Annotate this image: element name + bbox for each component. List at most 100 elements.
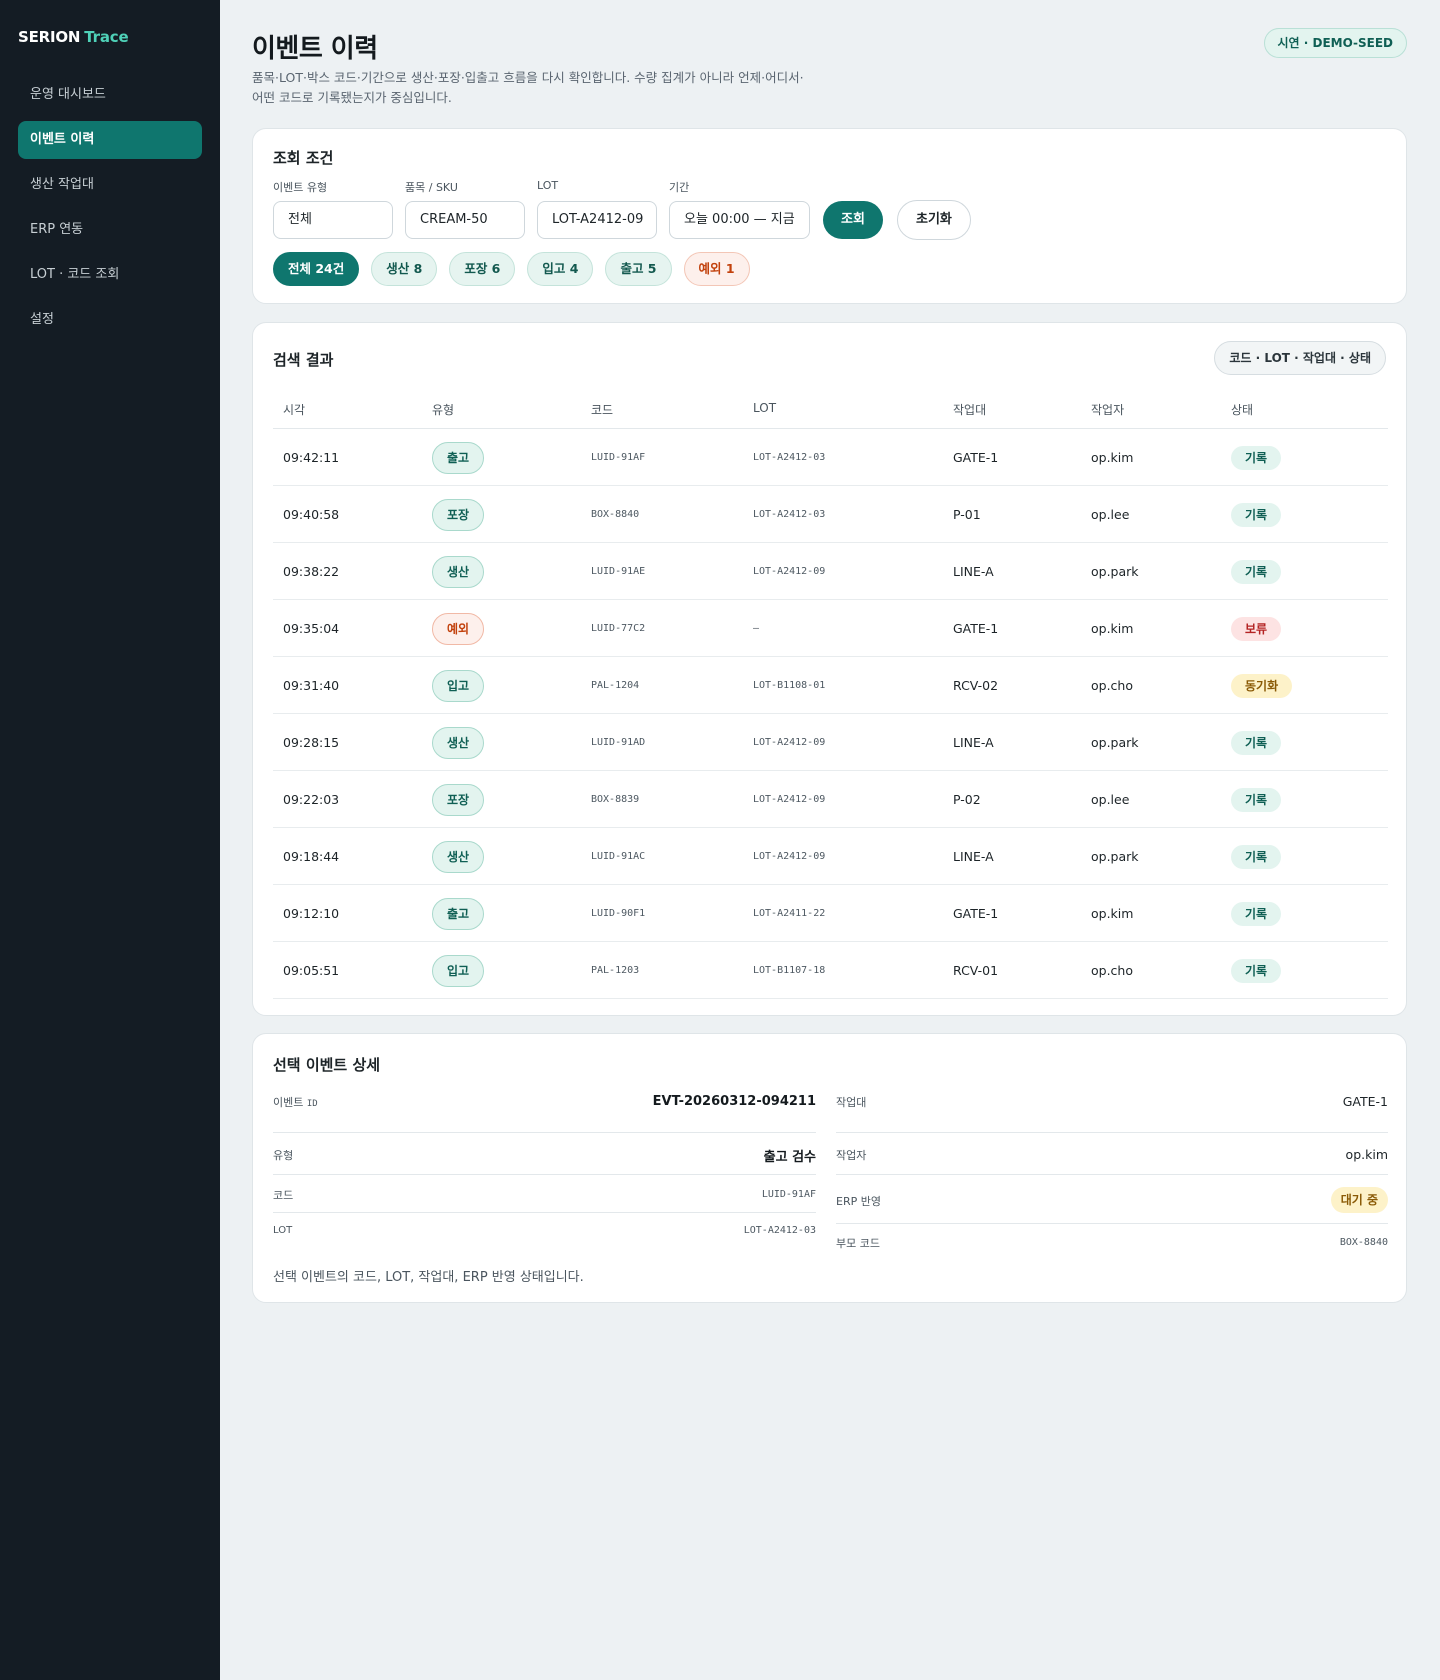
table-row[interactable]: 09:22:03 포장 BOX-8839 LOT-A2412-09 P-02 op.lee…: [273, 771, 1388, 828]
detail-row-operator: 작업자 op.kim: [836, 1133, 1388, 1175]
cell-lot: LOT-A2412-09: [753, 851, 826, 862]
cell-station: GATE-1: [953, 906, 999, 921]
sidebar-item-production-station[interactable]: 생산 작업대: [18, 166, 202, 204]
detail-type-value: 출고 검수: [763, 1150, 816, 1165]
cell-time: 09:12:10: [283, 906, 340, 921]
period-label: 기간: [669, 181, 690, 194]
detail-type-label: 유형: [273, 1149, 294, 1162]
chip-outbound[interactable]: 출고 5: [605, 252, 672, 286]
sidebar-item-erp-integration[interactable]: ERP 연동: [18, 211, 202, 249]
results-table: 시각 유형 코드 LOT 작업대 작업자 상태 09:42:11 출고 LUID-9…: [273, 393, 1388, 999]
event-type-select[interactable]: 전체: [273, 201, 393, 239]
sidebar-item-dashboard[interactable]: 운영 대시보드: [18, 76, 202, 114]
detail-event-id-value: EVT-20260312-094211: [652, 1094, 816, 1109]
page-description: 품목·LOT·박스 코드·기간으로 생산·포장·입출고 흐름을 다시 확인합니다…: [252, 70, 804, 105]
cell-operator: op.kim: [1091, 621, 1134, 636]
event-type-label: 이벤트 유형: [273, 181, 328, 194]
table-row[interactable]: 09:40:58 포장 BOX-8840 LOT-A2412-03 P-01 op.lee…: [273, 486, 1388, 543]
column-header-time[interactable]: 시각: [283, 401, 305, 418]
lot-field: LOT LOT-A2412-09: [537, 179, 657, 239]
detail-note: 선택 이벤트의 코드, LOT, 작업대, ERP 반영 상태입니다.: [273, 1270, 584, 1285]
cell-code: BOX-8839: [591, 794, 640, 805]
type-badge: 출고: [432, 442, 485, 474]
sidebar-item-lot-code-lookup[interactable]: LOT · 코드 조회: [18, 256, 202, 294]
cell-time: 09:31:40: [283, 678, 340, 693]
status-badge: 기록: [1231, 788, 1282, 812]
sku-input[interactable]: CREAM-50: [405, 201, 525, 239]
cell-lot: LOT-A2412-03: [753, 509, 826, 520]
cell-operator: op.park: [1091, 849, 1139, 864]
cell-station: GATE-1: [953, 621, 999, 636]
cell-operator: op.park: [1091, 735, 1139, 750]
detail-operator-value: op.kim: [1345, 1147, 1388, 1162]
detail-code-label: 코드: [273, 1189, 294, 1202]
lot-input[interactable]: LOT-A2412-09: [537, 201, 657, 239]
status-badge: 기록: [1231, 446, 1282, 470]
cell-station: P-01: [953, 507, 981, 522]
table-row[interactable]: 09:38:22 생산 LUID-91AE LOT-A2412-09 LINE-A op.…: [273, 543, 1388, 600]
detail-row-event-id: 이벤트 ID EVT-20260312-094211: [273, 1090, 816, 1133]
column-header-operator[interactable]: 작업자: [1091, 401, 1124, 418]
status-badge: 기록: [1231, 959, 1282, 983]
detail-lot-value: LOT-A2412-03: [743, 1225, 816, 1236]
table-row[interactable]: 09:35:04 예외 LUID-77C2 – GATE-1 op.kim 보류: [273, 600, 1388, 657]
table-row[interactable]: 09:31:40 입고 PAL-1204 LOT-B1108-01 RCV-02 op.c…: [273, 657, 1388, 714]
cell-lot: LOT-A2412-03: [753, 452, 826, 463]
period-field: 기간 오늘 00:00 — 지금: [669, 179, 810, 239]
chip-inbound[interactable]: 입고 4: [527, 252, 594, 286]
detail-row-type: 유형 출고 검수: [273, 1133, 816, 1175]
detail-lot-label: LOT: [273, 1225, 293, 1236]
sidebar-nav: 운영 대시보드 이벤트 이력 생산 작업대 ERP 연동 LOT · 코드 조회…: [18, 76, 202, 346]
cell-lot: LOT-B1107-18: [753, 965, 826, 976]
detail-station-value: GATE-1: [1342, 1094, 1388, 1109]
results-card: 검색 결과 코드 · LOT · 작업대 · 상태 시각 유형 코드 LOT 작…: [252, 322, 1407, 1016]
cell-lot: LOT-A2412-09: [753, 737, 826, 748]
sidebar-item-event-history[interactable]: 이벤트 이력: [18, 121, 202, 159]
status-badge: 기록: [1231, 902, 1282, 926]
status-badge: 기록: [1231, 731, 1282, 755]
type-badge: 생산: [432, 841, 485, 873]
search-button[interactable]: 조회: [823, 201, 883, 239]
sidebar: SERION Trace 운영 대시보드 이벤트 이력 생산 작업대 ERP 연동…: [0, 0, 220, 1680]
detail-title: 선택 이벤트 상세: [273, 1056, 381, 1074]
column-header-station[interactable]: 작업대: [953, 401, 986, 418]
column-header-status[interactable]: 상태: [1231, 401, 1253, 418]
reset-button[interactable]: 초기화: [897, 200, 971, 240]
type-badge: 예외: [432, 613, 485, 645]
table-row[interactable]: 09:18:44 생산 LUID-91AC LOT-A2412-09 LINE-A op.…: [273, 828, 1388, 885]
column-header-type[interactable]: 유형: [432, 401, 454, 418]
cell-time: 09:28:15: [283, 735, 340, 750]
detail-row-lot: LOT LOT-A2412-03: [273, 1213, 816, 1251]
table-header: 시각 유형 코드 LOT 작업대 작업자 상태: [273, 393, 1388, 429]
cell-code: LUID-90F1: [591, 908, 646, 919]
chip-exception[interactable]: 예외 1: [683, 252, 750, 286]
detail-operator-label: 작업자: [836, 1149, 867, 1162]
table-row[interactable]: 09:12:10 출고 LUID-90F1 LOT-A2411-22 GATE-1 op.…: [273, 885, 1388, 942]
cell-lot: LOT-B1108-01: [753, 680, 826, 691]
cell-lot: LOT-A2412-09: [753, 566, 826, 577]
table-row[interactable]: 09:05:51 입고 PAL-1203 LOT-B1107-18 RCV-01 op.c…: [273, 942, 1388, 999]
detail-erp-label: ERP 반영: [836, 1195, 881, 1208]
table-body: 09:42:11 출고 LUID-91AF LOT-A2412-03 GATE-1 op.…: [273, 429, 1388, 999]
sidebar-item-settings[interactable]: 설정: [18, 301, 202, 339]
table-row[interactable]: 09:28:15 생산 LUID-91AD LOT-A2412-09 LINE-A op.…: [273, 714, 1388, 771]
column-header-lot[interactable]: LOT: [753, 401, 776, 415]
chip-production[interactable]: 생산 8: [371, 252, 438, 286]
chip-packing[interactable]: 포장 6: [449, 252, 516, 286]
page-title: 이벤트 이력: [252, 34, 378, 64]
cell-operator: op.park: [1091, 564, 1139, 579]
detail-parent-value: BOX-8840: [1339, 1237, 1388, 1248]
cell-time: 09:18:44: [283, 849, 340, 864]
chip-all[interactable]: 전체 24건: [273, 252, 360, 286]
cell-station: LINE-A: [953, 564, 994, 579]
detail-left-column: 이벤트 ID EVT-20260312-094211 유형 출고 검수 코드 L…: [273, 1090, 816, 1251]
type-badge: 포장: [432, 499, 485, 531]
brand-logo[interactable]: SERION Trace: [18, 28, 129, 46]
column-header-code[interactable]: 코드: [591, 401, 613, 418]
cell-code: LUID-91AD: [591, 737, 646, 748]
period-input[interactable]: 오늘 00:00 — 지금: [669, 201, 810, 239]
detail-parent-label: 부모 코드: [836, 1237, 880, 1250]
demo-badge: 시연 · DEMO-SEED: [1263, 28, 1407, 58]
table-row[interactable]: 09:42:11 출고 LUID-91AF LOT-A2412-03 GATE-1 op.…: [273, 429, 1388, 486]
status-badge: 동기화: [1231, 674, 1293, 698]
